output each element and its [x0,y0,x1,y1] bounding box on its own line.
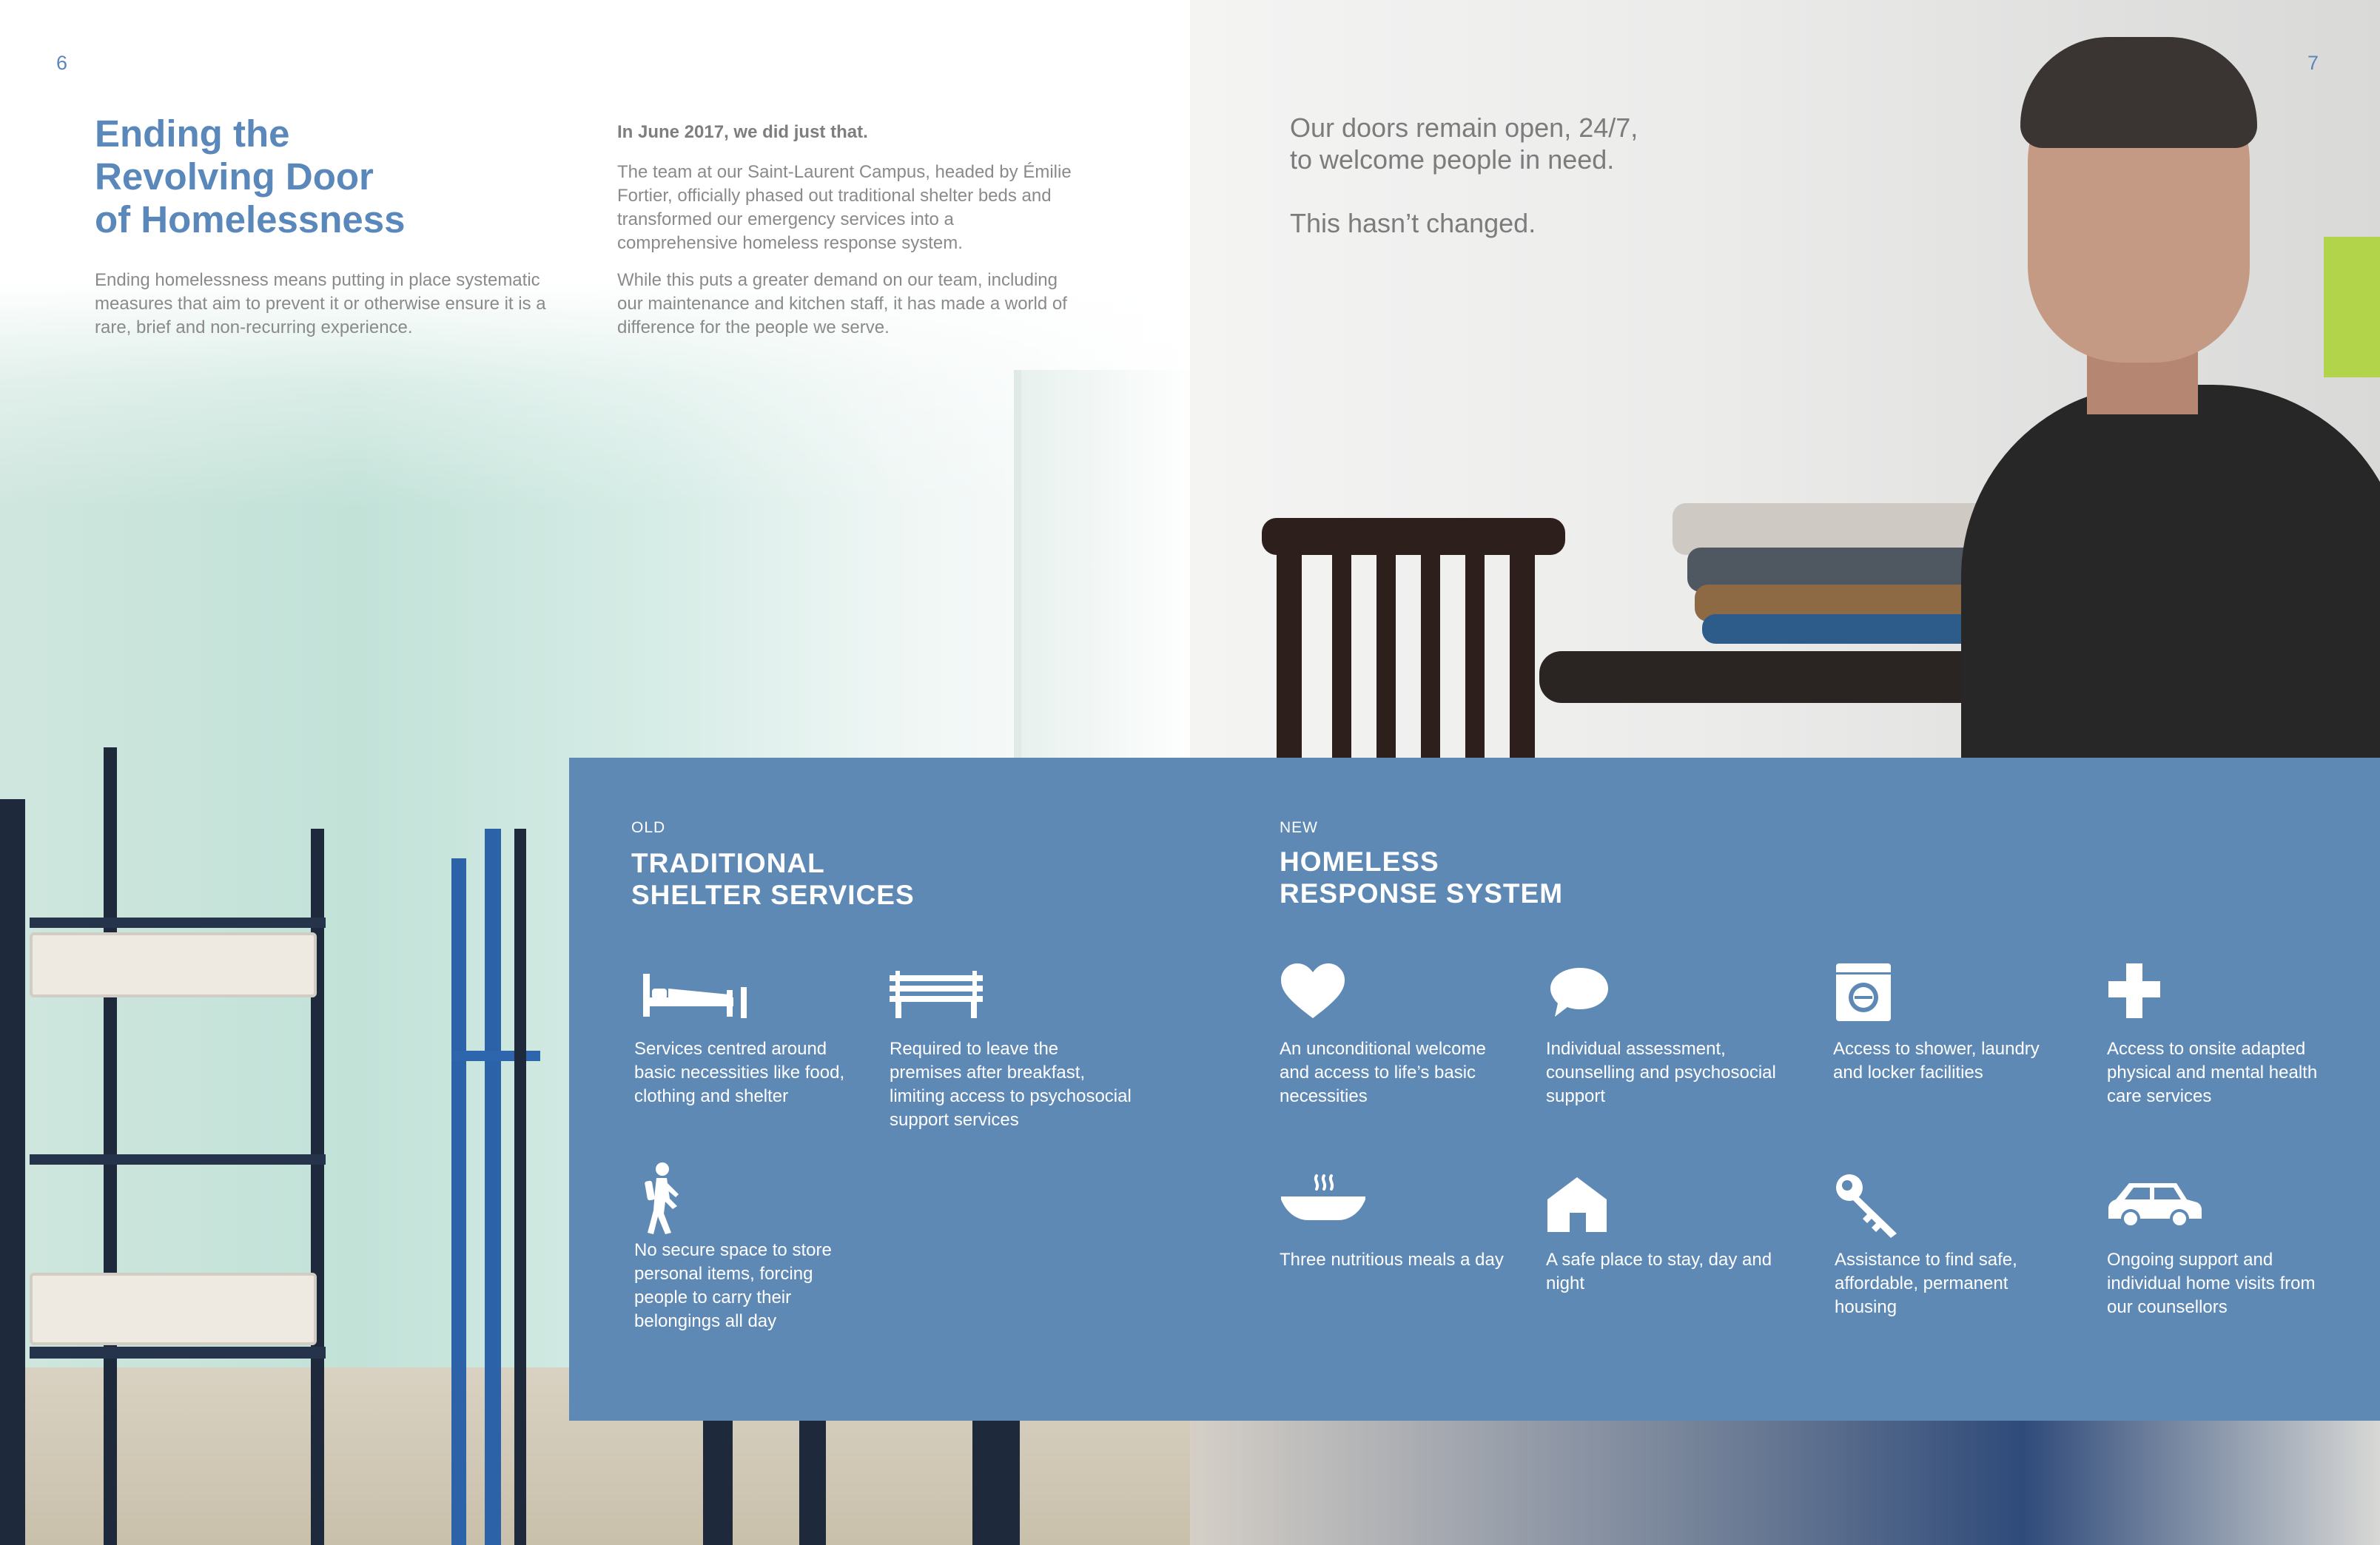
body-paragraph: The team at our Saint-Laurent Campus, he… [617,162,1072,253]
title-line: Revolving Door [95,155,374,198]
article-title: Ending the Revolving Door of Homelessnes… [95,112,509,241]
bench-icon [890,971,983,1018]
house-icon [1547,1177,1607,1232]
old-item-walking: No secure space to store personal items,… [634,1162,856,1333]
medical-cross-icon [2108,963,2160,1018]
item-caption: Three nutritious meals a day [1280,1250,1504,1270]
item-caption: Assistance to find safe, affordable, per… [1835,1250,2017,1317]
item-caption: An unconditional welcome and access to l… [1280,1039,1486,1106]
new-item-health: Access to onsite adapted physical and me… [2107,962,2344,1108]
intro-paragraph: Ending homelessness means putting in pla… [95,270,546,337]
old-heading: TRADITIONAL SHELTER SERVICES [631,848,915,910]
new-item-housing: Assistance to find safe, affordable, per… [1835,1173,2071,1319]
new-item-laundry: Access to shower, laundry and locker fac… [1833,962,2070,1085]
body-paragraph: While this puts a greater demand on our … [617,270,1067,337]
lead-sentence: In June 2017, we did just that. [617,122,868,142]
new-kicker: NEW [1280,819,1318,836]
photo-bottom-strip [1190,1421,2380,1545]
washing-machine-icon [1836,963,1891,1021]
item-caption: Services centred around basic necessitie… [634,1039,845,1106]
new-heading: HOMELESS RESPONSE SYSTEM [1280,846,1564,909]
speech-bubble-icon [1550,968,1608,1017]
old-item-bench: Required to leave the premises after bre… [890,962,1134,1132]
new-item-safe-place: A safe place to stay, day and night [1546,1173,1783,1296]
page-number-left: 6 [56,52,68,74]
quote-line: to welcome people in need. [1290,144,1615,175]
item-caption: Access to onsite adapted physical and me… [2107,1039,2318,1106]
item-caption: Access to shower, laundry and locker fac… [1833,1039,2040,1083]
new-item-welcome: An unconditional welcome and access to l… [1280,962,1516,1108]
car-icon [2108,1183,2202,1228]
old-item-bed: Services centred around basic necessitie… [634,962,856,1108]
walking-person-icon [645,1162,679,1234]
new-item-meals: Three nutritious meals a day [1280,1173,1516,1272]
item-caption: Individual assessment, counselling and p… [1546,1039,1776,1106]
item-caption: Ongoing support and individual home visi… [2107,1250,2316,1317]
key-icon [1836,1174,1897,1238]
title-line: of Homelessness [95,198,406,240]
item-caption: A safe place to stay, day and night [1546,1250,1772,1293]
old-kicker: OLD [631,819,666,836]
quote-line: This hasn’t changed. [1290,208,1536,238]
quote-line: Our doors remain open, 24/7, [1290,112,1638,143]
page-number-right: 7 [2307,52,2319,74]
item-caption: Required to leave the premises after bre… [890,1039,1132,1130]
new-item-assessment: Individual assessment, counselling and p… [1546,962,1783,1108]
hot-meal-bowl-icon [1281,1174,1365,1220]
bed-icon [643,974,747,1018]
item-caption: No secure space to store personal items,… [634,1240,832,1331]
title-line: Ending the [95,112,290,155]
heart-icon [1281,963,1345,1018]
pull-quote: Our doors remain open, 24/7, to welcome … [1290,112,1808,239]
new-item-home-visits: Ongoing support and individual home visi… [2107,1173,2344,1319]
